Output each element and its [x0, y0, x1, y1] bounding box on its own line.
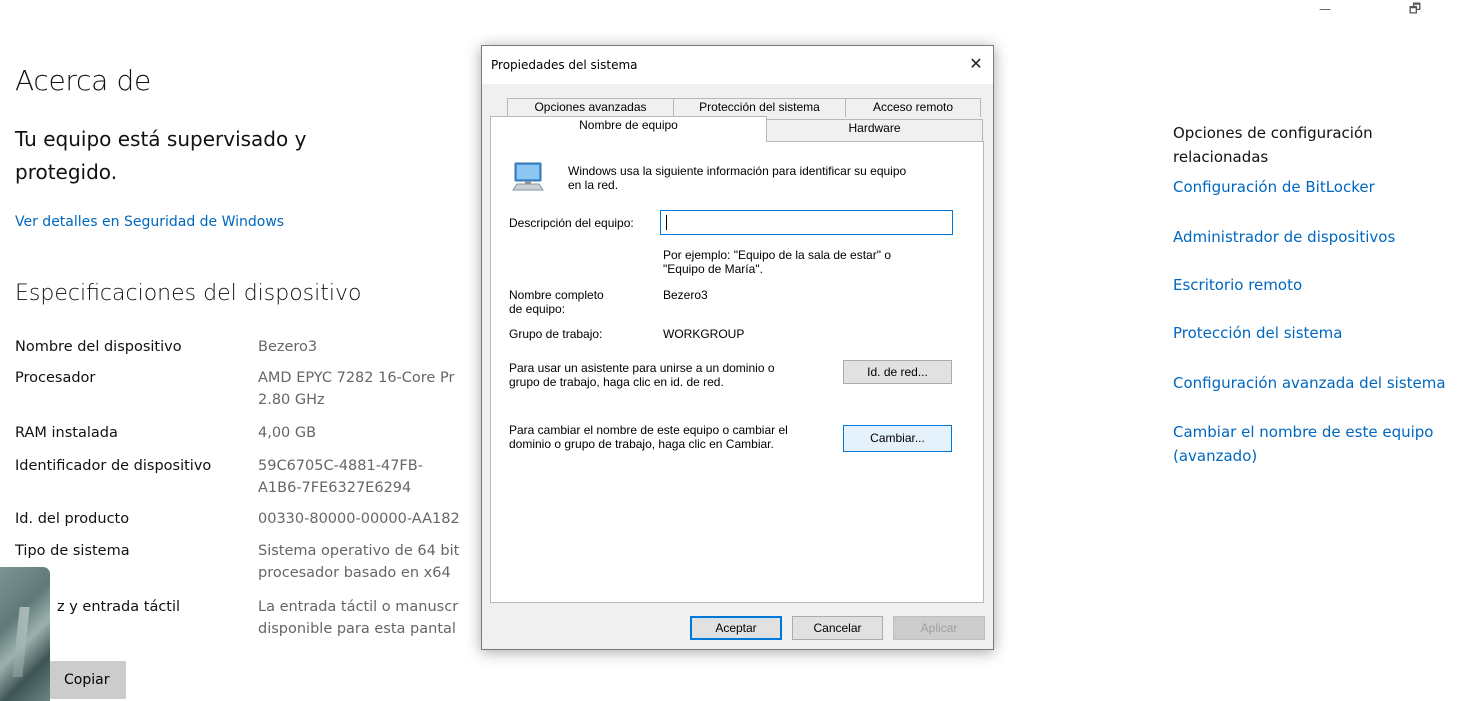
network-id-button[interactable]: Id. de red... — [843, 360, 952, 384]
change-text-line2: dominio o grupo de trabajo, haga clic en… — [509, 437, 774, 451]
restore-button[interactable]: 🗗 — [1403, 0, 1427, 22]
intro-text: Windows usa la siguiente información par… — [568, 164, 907, 178]
spec-label: Id. del producto — [15, 511, 130, 527]
workgroup-label: Grupo de trabajo: — [509, 327, 603, 341]
tab-hardware[interactable]: Hardware — [766, 119, 983, 141]
description-label: Descripción del equipo: — [509, 216, 634, 230]
full-name-label-line2: de equipo: — [509, 302, 566, 316]
cancel-button[interactable]: Cancelar — [792, 616, 883, 640]
apply-button[interactable]: Aplicar — [893, 616, 985, 640]
spec-value-line2: disponible para esta pantal — [258, 621, 456, 637]
text-caret — [666, 215, 667, 230]
spec-value-line2: A1B6-7FE6327E6294 — [258, 480, 412, 496]
spec-value: 00330-80000-00000-AA182 — [258, 511, 460, 527]
example-text: Por ejemplo: "Equipo de la sala de estar… — [663, 248, 891, 262]
intro-text-line2: en la red. — [568, 178, 619, 192]
ok-button[interactable]: Aceptar — [690, 616, 782, 640]
system-properties-dialog: Propiedades del sistema ✕ Opciones avanz… — [481, 45, 994, 650]
spec-label: Nombre del dispositivo — [15, 339, 182, 355]
full-name-label: Nombre completo — [509, 288, 604, 302]
example-text-line2: "Equipo de María". — [663, 262, 763, 276]
thumbnail-highlight — [12, 607, 30, 677]
spec-label: RAM instalada — [15, 425, 118, 441]
tab-remote-access[interactable]: Acceso remoto — [845, 98, 981, 117]
computer-icon — [512, 162, 544, 191]
spec-value: 59C6705C-4881-47FB- — [258, 458, 423, 474]
system-protection-link[interactable]: Protección del sistema — [1173, 321, 1342, 345]
dialog-title: Propiedades del sistema — [491, 58, 638, 72]
tab-computer-name[interactable]: Nombre de equipo — [490, 116, 767, 142]
network-id-text-line2: grupo de trabajo, haga clic en id. de re… — [509, 375, 724, 389]
tab-system-protection[interactable]: Protección del sistema — [673, 98, 846, 117]
protection-status-text: Tu equipo está supervisado y protegido. — [15, 127, 307, 184]
minimize-button[interactable]: — — [1313, 2, 1337, 16]
spec-value-line2: 2.80 GHz — [258, 392, 325, 408]
computer-name-panel: Windows usa la siguiente información par… — [490, 141, 984, 603]
workgroup-value: WORKGROUP — [663, 327, 745, 341]
spec-value: Sistema operativo de 64 bit — [258, 543, 460, 559]
close-icon[interactable]: ✕ — [962, 50, 990, 78]
change-text: Para cambiar el nombre de este equipo o … — [509, 423, 788, 437]
specs-heading: Especificaciones del dispositivo — [15, 281, 362, 306]
related-settings-heading: Opciones de configuración relacionadas — [1173, 124, 1373, 166]
security-details-link[interactable]: Ver detalles en Seguridad de Windows — [15, 214, 284, 230]
network-id-text: Para usar un asistente para unirse a un … — [509, 361, 775, 375]
computer-description-input[interactable] — [660, 210, 953, 235]
change-button[interactable]: Cambiar... — [843, 425, 952, 452]
remote-desktop-link[interactable]: Escritorio remoto — [1173, 273, 1302, 297]
dialog-titlebar[interactable]: Propiedades del sistema ✕ — [482, 46, 993, 84]
bitlocker-link[interactable]: Configuración de BitLocker — [1173, 175, 1375, 199]
full-name-value: Bezero3 — [663, 288, 708, 302]
thumbnail-image — [0, 567, 50, 701]
advanced-system-settings-link[interactable]: Configuración avanzada del sistema — [1173, 371, 1446, 395]
spec-label: Procesador — [15, 370, 96, 386]
spec-value-line2: procesador basado en x64 — [258, 565, 451, 581]
spec-label: Identificador de dispositivo — [15, 458, 212, 474]
device-manager-link[interactable]: Administrador de dispositivos — [1173, 225, 1395, 249]
tab-advanced-options[interactable]: Opciones avanzadas — [507, 98, 674, 117]
spec-value: Bezero3 — [258, 339, 318, 355]
spec-value: AMD EPYC 7282 16-Core Pr — [258, 370, 455, 386]
spec-value: 4,00 GB — [258, 425, 317, 441]
spec-value: La entrada táctil o manuscr — [258, 599, 459, 615]
page-title: Acerca de — [15, 64, 151, 97]
spec-label: Tipo de sistema — [15, 543, 130, 559]
rename-pc-advanced-link[interactable]: Cambiar el nombre de este equipo (avanza… — [1173, 420, 1453, 468]
